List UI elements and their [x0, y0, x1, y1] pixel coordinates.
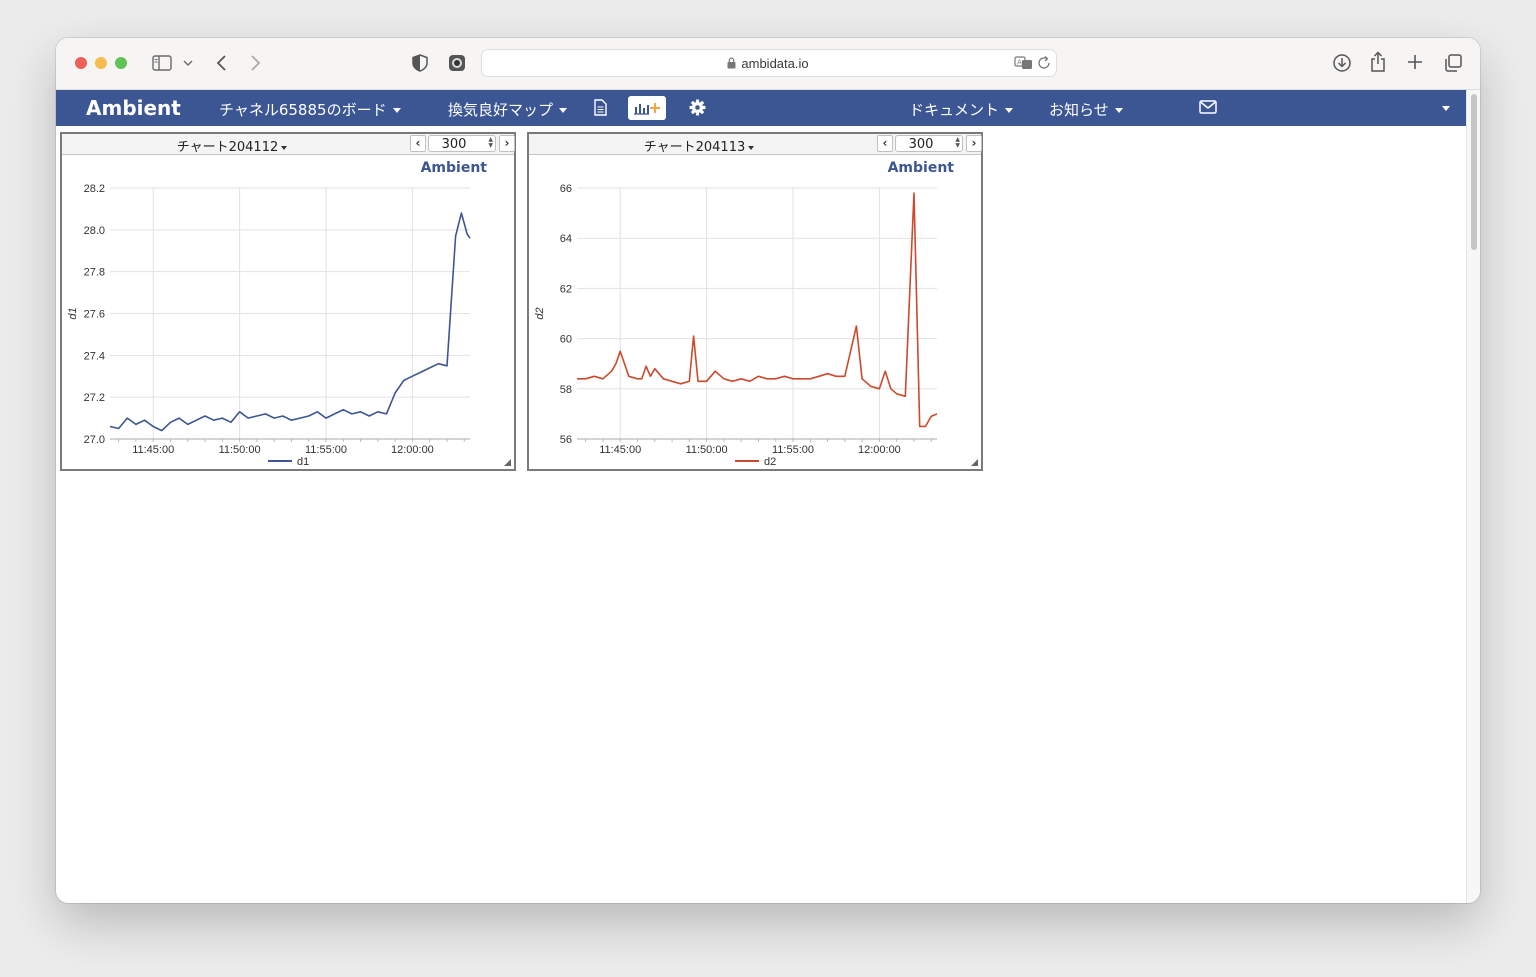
caret-down-icon — [1005, 108, 1014, 113]
y-tick-label: 27.4 — [84, 350, 105, 362]
spinner-icon[interactable]: ▲ ▼ — [955, 137, 960, 149]
chart-panel-1: チャート204112 ‹ 300 ▲ ▼ › Ambient 27.0 27.2 27.… — [60, 132, 516, 471]
chart-panel-header: チャート204113 ‹ 300 ▲ ▼ › — [529, 134, 982, 155]
legend-label: d2 — [764, 456, 776, 468]
chart-watermark: Ambient — [888, 160, 955, 176]
range-input[interactable]: 300 ▲ ▼ — [428, 135, 496, 152]
chart-title-dropdown[interactable]: チャート204113 — [529, 136, 869, 155]
sidebar-icon[interactable] — [152, 55, 172, 71]
docs-menu-label: ドキュメント — [909, 101, 1000, 119]
share-icon[interactable] — [1369, 51, 1387, 73]
document-icon[interactable] — [594, 99, 607, 116]
forward-icon[interactable] — [250, 54, 262, 72]
y-tick-label: 28.2 — [84, 183, 105, 195]
next-range-button[interactable]: › — [966, 135, 982, 152]
chart-title-dropdown[interactable]: チャート204112 — [62, 136, 402, 155]
svg-text:A: A — [1017, 59, 1022, 67]
new-tab-icon[interactable] — [1406, 53, 1424, 71]
series-line-d2 — [577, 192, 938, 428]
y-tick-label: 27.2 — [84, 392, 105, 404]
user-menu[interactable] — [1436, 99, 1450, 117]
x-tick-label: 11:55:00 — [305, 444, 347, 456]
chevron-down-icon[interactable] — [183, 60, 193, 67]
x-tick-label: 11:45:00 — [132, 444, 174, 456]
brand-logo[interactable]: Ambient — [86, 96, 181, 120]
range-value: 300 — [441, 137, 467, 152]
prev-range-button[interactable]: ‹ — [410, 135, 426, 152]
download-icon[interactable] — [1332, 53, 1352, 73]
y-tick-label: 27.6 — [84, 309, 105, 321]
chart-watermark: Ambient — [421, 160, 488, 176]
extension-icon[interactable] — [448, 54, 466, 72]
next-range-button[interactable]: › — [499, 135, 515, 152]
site-navbar: Ambient チャネル65885のボード 換気良好マップ ドキュメント お知ら… — [56, 90, 1466, 126]
back-icon[interactable] — [215, 54, 227, 72]
zoom-window-button[interactable] — [115, 57, 127, 69]
caret-down-icon — [559, 108, 568, 113]
chart-title: チャート204112 — [176, 140, 279, 155]
close-window-button[interactable] — [75, 57, 87, 69]
browser-window: ambidata.io A Ambient チャネル65885のボード 換気良好… — [56, 38, 1480, 903]
chart-d1: Ambient 27.0 27.2 27.4 27.6 27.8 28.0 28.2 11:45… — [67, 160, 488, 468]
y-tick-label: 58 — [560, 384, 572, 396]
y-tick-label: 66 — [560, 183, 572, 195]
shield-icon[interactable] — [412, 54, 428, 72]
page-scrollbar[interactable] — [1466, 90, 1480, 903]
chart-title: チャート204113 — [643, 140, 746, 155]
y-tick-label: 27.8 — [84, 267, 105, 279]
board-menu[interactable]: チャネル65885のボード — [219, 99, 401, 120]
news-menu[interactable]: お知らせ — [1049, 99, 1123, 120]
gear-icon[interactable] — [689, 99, 706, 116]
y-axis-label: d1 — [67, 307, 79, 319]
x-tick-label: 11:45:00 — [599, 444, 641, 456]
legend-label: d1 — [297, 456, 309, 468]
chart-panel-2: チャート204113 ‹ 300 ▲ ▼ › Ambient 56 58 60 62 64 6… — [527, 132, 983, 471]
y-tick-label: 64 — [560, 233, 572, 245]
resize-handle[interactable] — [504, 459, 511, 466]
add-chart-icon — [634, 103, 660, 115]
x-tick-label: 11:50:00 — [686, 444, 728, 456]
caret-down-icon — [392, 108, 401, 113]
mail-icon[interactable] — [1199, 100, 1217, 114]
y-tick-label: 28.0 — [84, 225, 105, 237]
chart-panel-header: チャート204112 ‹ 300 ▲ ▼ › — [62, 134, 515, 155]
docs-menu[interactable]: ドキュメント — [909, 99, 1014, 120]
y-tick-label: 27.0 — [84, 434, 105, 446]
x-tick-label: 12:00:00 — [858, 444, 901, 456]
caret-down-icon — [1442, 106, 1450, 111]
y-tick-label: 62 — [560, 283, 572, 295]
add-chart-button[interactable] — [628, 96, 666, 120]
x-tick-label: 11:50:00 — [219, 444, 261, 456]
caret-down-icon — [748, 145, 755, 150]
x-tick-label: 12:00:00 — [391, 444, 434, 456]
range-value: 300 — [908, 137, 934, 152]
range-input[interactable]: 300 ▲ ▼ — [895, 135, 963, 152]
url-text: ambidata.io — [741, 56, 809, 71]
caret-down-icon — [281, 145, 288, 150]
map-menu-label: 換気良好マップ — [448, 101, 554, 119]
y-axis-label: d2 — [534, 307, 546, 319]
spinner-icon[interactable]: ▲ ▼ — [488, 137, 493, 149]
x-tick-label: 11:55:00 — [772, 444, 814, 456]
y-tick-label: 60 — [560, 334, 572, 346]
y-tick-label: 56 — [560, 434, 572, 446]
chart-d2: Ambient 56 58 60 62 64 66 11:45:00 11:50:00 11:55… — [534, 160, 955, 468]
prev-range-button[interactable]: ‹ — [877, 135, 893, 152]
tab-overview-icon[interactable] — [1443, 53, 1463, 73]
address-bar[interactable]: ambidata.io A — [481, 49, 1057, 77]
board-menu-label: チャネル65885のボード — [219, 101, 387, 119]
caret-down-icon — [1114, 108, 1123, 113]
translate-icon[interactable]: A — [1014, 55, 1034, 71]
map-menu[interactable]: 換気良好マップ — [448, 99, 568, 120]
browser-titlebar: ambidata.io A — [56, 38, 1480, 90]
reload-icon[interactable] — [1038, 55, 1052, 71]
series-line-d1 — [109, 212, 471, 432]
news-menu-label: お知らせ — [1049, 101, 1109, 119]
scrollbar-thumb[interactable] — [1471, 94, 1477, 250]
minimize-window-button[interactable] — [95, 57, 107, 69]
resize-handle[interactable] — [971, 459, 978, 466]
